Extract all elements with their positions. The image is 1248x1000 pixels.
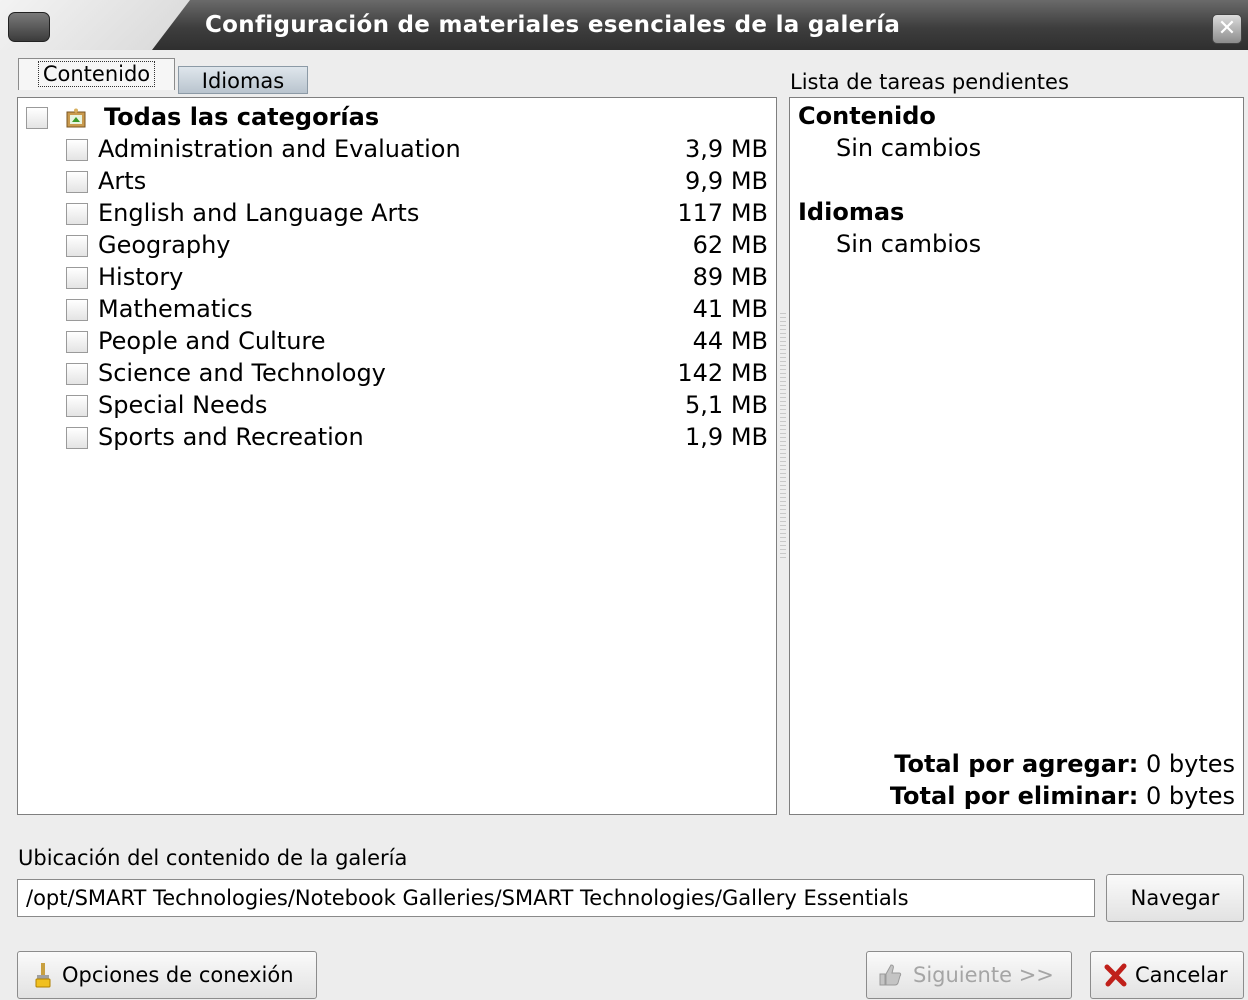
next-label: Siguiente >> [913, 963, 1054, 987]
category-size: 9,9 MB [685, 167, 768, 195]
window-menu-button[interactable] [8, 12, 50, 42]
all-categories-checkbox[interactable] [26, 107, 48, 129]
category-size: 3,9 MB [685, 135, 768, 163]
brush-icon [35, 963, 51, 988]
gallery-location-label: Ubicación del contenido de la galería [18, 846, 408, 870]
category-checkbox[interactable] [66, 363, 88, 385]
pending-tasks-panel: Contenido Sin cambios Idiomas Sin cambio… [789, 97, 1244, 815]
window-title: Configuración de materiales esenciales d… [205, 12, 901, 38]
tab-contenido-label: Contenido [37, 61, 156, 87]
total-add-value: 0 bytes [1145, 750, 1235, 778]
cancel-button[interactable]: Cancelar [1090, 951, 1244, 999]
category-checkbox[interactable] [66, 427, 88, 449]
category-name: People and Culture [98, 327, 326, 355]
list-item[interactable]: Geography 62 MB [18, 229, 776, 261]
list-item[interactable]: Special Needs 5,1 MB [18, 389, 776, 421]
category-name: Geography [98, 231, 231, 259]
title-bar: Configuración de materiales esenciales d… [0, 0, 1248, 50]
list-item[interactable]: Sports and Recreation 1,9 MB [18, 421, 776, 453]
category-name: Administration and Evaluation [98, 135, 461, 163]
category-name: Special Needs [98, 391, 268, 419]
list-item[interactable]: Science and Technology 142 MB [18, 357, 776, 389]
category-name: English and Language Arts [98, 199, 420, 227]
category-size: 44 MB [692, 327, 768, 355]
category-size: 62 MB [692, 231, 768, 259]
close-button[interactable]: ✕ [1212, 14, 1242, 44]
pending-languages-heading: Idiomas [798, 198, 905, 226]
category-name: Science and Technology [98, 359, 386, 387]
cancel-x-icon [1104, 963, 1127, 987]
tab-idiomas[interactable]: Idiomas [178, 66, 308, 94]
category-size: 89 MB [692, 263, 768, 291]
all-categories-label: Todas las categorías [104, 103, 380, 131]
category-checkbox[interactable] [66, 299, 88, 321]
category-root-row[interactable]: Todas las categorías [18, 101, 776, 133]
category-name: Sports and Recreation [98, 423, 364, 451]
category-checkbox[interactable] [66, 171, 88, 193]
category-checkbox[interactable] [66, 331, 88, 353]
tab-idiomas-label: Idiomas [201, 69, 285, 93]
list-item[interactable]: Administration and Evaluation 3,9 MB [18, 133, 776, 165]
list-item[interactable]: English and Language Arts 117 MB [18, 197, 776, 229]
category-size: 5,1 MB [685, 391, 768, 419]
category-size: 41 MB [692, 295, 768, 323]
thumbs-up-icon [879, 964, 902, 986]
category-size: 117 MB [677, 199, 768, 227]
list-item[interactable]: History 89 MB [18, 261, 776, 293]
total-add-label: Total por agregar: [894, 750, 1139, 778]
list-item[interactable]: Arts 9,9 MB [18, 165, 776, 197]
list-item[interactable]: People and Culture 44 MB [18, 325, 776, 357]
connection-options-label: Opciones de conexión [62, 963, 294, 987]
total-remove-line: Total por eliminar: 0 bytes [890, 782, 1235, 810]
splitter-handle[interactable] [780, 310, 786, 560]
category-name: History [98, 263, 184, 291]
total-remove-label: Total por eliminar: [889, 782, 1139, 810]
total-remove-value: 0 bytes [1145, 782, 1235, 810]
category-name: Mathematics [98, 295, 253, 323]
pending-tasks-label: Lista de tareas pendientes [790, 70, 1069, 94]
category-checkbox[interactable] [66, 203, 88, 225]
next-button[interactable]: Siguiente >> [866, 951, 1072, 999]
tab-contenido[interactable]: Contenido [18, 58, 175, 90]
total-add-line: Total por agregar: 0 bytes [894, 750, 1235, 778]
pending-content-heading: Contenido [798, 102, 936, 130]
category-size: 1,9 MB [685, 423, 768, 451]
category-checkbox[interactable] [66, 235, 88, 257]
category-checkbox[interactable] [66, 395, 88, 417]
list-item[interactable]: Mathematics 41 MB [18, 293, 776, 325]
category-checkbox[interactable] [66, 139, 88, 161]
close-icon: ✕ [1217, 16, 1237, 41]
category-size: 142 MB [677, 359, 768, 387]
category-list: Todas las categorías Administration and … [17, 97, 777, 815]
browse-button[interactable]: Navegar [1106, 874, 1244, 922]
connection-options-button[interactable]: Opciones de conexión [17, 951, 317, 999]
gallery-location-field[interactable]: /opt/SMART Technologies/Notebook Galleri… [17, 879, 1095, 917]
cancel-label: Cancelar [1135, 963, 1228, 987]
pending-languages-status: Sin cambios [836, 230, 982, 258]
category-name: Arts [98, 167, 147, 195]
pending-content-status: Sin cambios [836, 134, 982, 162]
category-checkbox[interactable] [66, 267, 88, 289]
gallery-icon [66, 108, 86, 128]
